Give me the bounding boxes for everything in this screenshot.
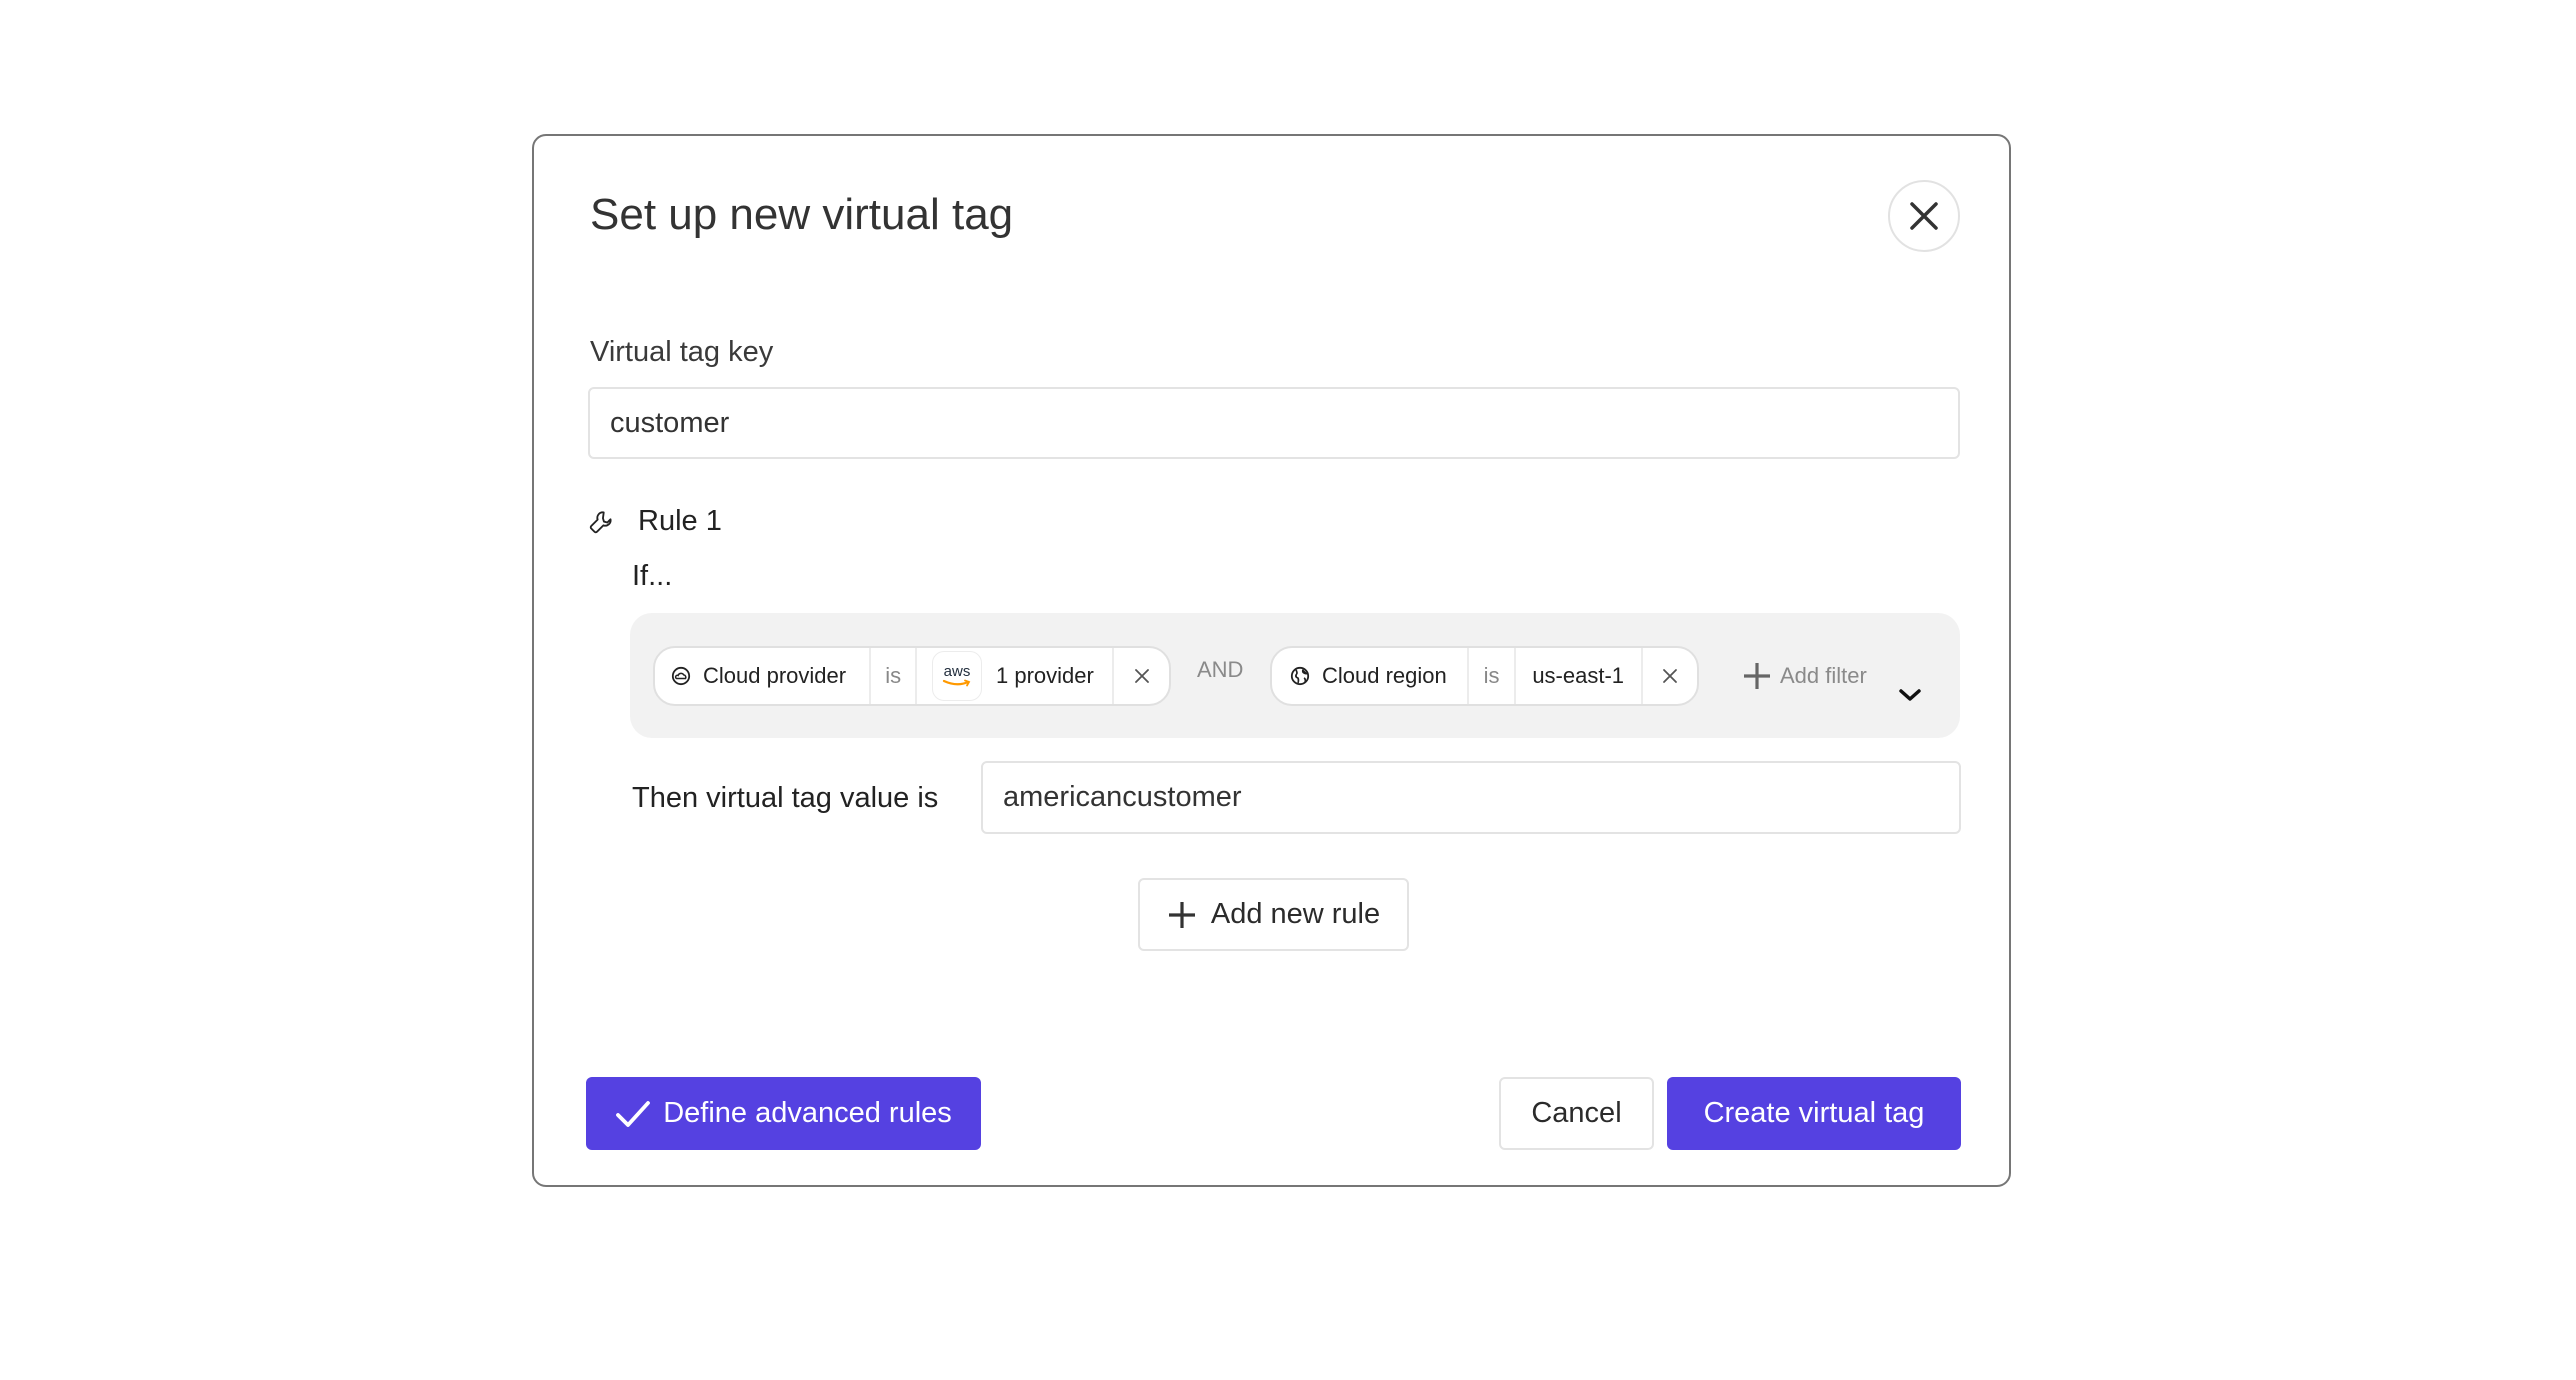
plus-icon	[1744, 663, 1770, 689]
create-virtual-tag-button[interactable]: Create virtual tag	[1667, 1077, 1961, 1150]
if-label: If...	[632, 560, 673, 592]
filter-field-label: Cloud provider	[703, 663, 847, 688]
globe-icon	[1290, 666, 1310, 686]
define-advanced-rules-label: Define advanced rules	[663, 1097, 952, 1129]
filter-operator-label: is	[885, 663, 902, 688]
filter-value-label: 1 provider	[995, 663, 1094, 688]
then-value-label: Then virtual tag value is	[632, 782, 939, 814]
dialog-title: Set up new virtual tag	[590, 190, 1014, 239]
create-virtual-tag-label: Create virtual tag	[1703, 1097, 1925, 1129]
filter-operator[interactable]: is	[871, 648, 917, 704]
aws-logo-text: aws	[943, 663, 971, 680]
close-icon	[1662, 669, 1677, 683]
tag-value-input[interactable]: americancustomer	[981, 761, 1961, 834]
close-button[interactable]	[1888, 180, 1960, 252]
wrench-icon	[589, 511, 612, 533]
add-filter-label: Add filter	[1780, 663, 1867, 688]
tag-key-label: Virtual tag key	[590, 336, 774, 368]
add-new-rule-label: Add new rule	[1210, 898, 1381, 930]
aws-logo: aws	[931, 651, 982, 701]
conjunction-label: AND	[1197, 657, 1244, 682]
virtual-tag-dialog: Set up new virtual tag Virtual tag key c…	[532, 134, 2011, 1187]
filter-value[interactable]: aws 1 provider	[917, 648, 1115, 704]
tag-key-value: customer	[610, 406, 730, 439]
filter-field[interactable]: Cloud provider	[655, 648, 872, 704]
tag-value-text: americancustomer	[1003, 781, 1242, 813]
filter-bar: Cloud provider is aws 1 provider AND Clo…	[630, 613, 1960, 738]
remove-filter-button[interactable]	[1114, 648, 1169, 704]
remove-filter-button[interactable]	[1643, 648, 1697, 704]
add-new-rule-button[interactable]: Add new rule	[1138, 878, 1409, 951]
close-icon	[1134, 669, 1149, 683]
filter-chip-cloud-provider[interactable]: Cloud provider is aws 1 provider	[653, 646, 1171, 706]
filter-value[interactable]: us-east-1	[1516, 648, 1643, 704]
filter-chip-cloud-region[interactable]: Cloud region is us-east-1	[1270, 646, 1699, 706]
define-advanced-rules-button[interactable]: Define advanced rules	[586, 1077, 981, 1150]
filter-operator[interactable]: is	[1469, 648, 1516, 704]
filter-operator-label: is	[1483, 663, 1500, 688]
cancel-label: Cancel	[1531, 1097, 1622, 1129]
filter-field-label: Cloud region	[1322, 663, 1447, 688]
cloud-icon	[671, 666, 691, 686]
cancel-button[interactable]: Cancel	[1499, 1077, 1654, 1150]
tag-key-input[interactable]: customer	[588, 387, 1960, 459]
check-icon	[616, 1100, 651, 1127]
chevron-down-icon	[1899, 689, 1921, 701]
rule-title: Rule 1	[638, 505, 722, 537]
aws-smile-icon	[942, 679, 971, 687]
rule-header: Rule 1	[588, 505, 722, 538]
close-icon	[1910, 202, 1938, 230]
filter-field[interactable]: Cloud region	[1272, 648, 1470, 704]
add-filter-button[interactable]: Add filter	[1742, 649, 1867, 703]
expand-filters-button[interactable]	[1898, 687, 1922, 708]
filter-value-label: us-east-1	[1532, 663, 1625, 688]
plus-icon	[1168, 901, 1195, 928]
